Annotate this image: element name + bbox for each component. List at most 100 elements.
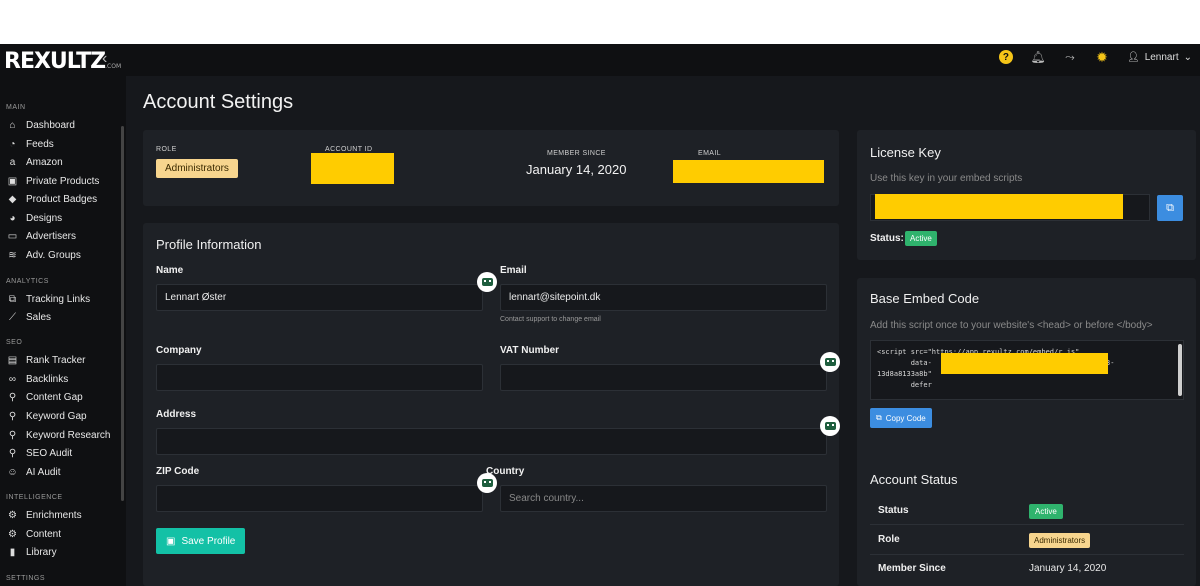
embed-subtitle: Add this script once to your website's <… [870,320,1153,331]
logo-suffix: .COM [105,63,122,70]
role-badge: Administrators [156,159,238,178]
external-link-icon: ⧉ [8,293,17,305]
save-profile-label: Save Profile [181,535,236,547]
role-label: ROLE [156,146,177,153]
copy-icon: ⧉ [1166,201,1174,214]
sidebar-item-sales[interactable]: ⟋ Sales [6,309,51,325]
sidebar-item-label: Dashboard [26,119,75,131]
sidebar-item-designs[interactable]: ◕ Designs [6,210,62,226]
sidebar-item-label: Keyword Gap [26,410,87,422]
sidebar-item-advertisers[interactable]: ▭ Advertisers [6,228,76,244]
zip-label: ZIP Code [156,466,200,477]
section-main: MAIN [6,104,26,111]
sidebar-item-label: Feeds [26,138,54,150]
sidebar-item-label: Keyword Research [26,429,111,441]
sidebar-item-backlinks[interactable]: ∞ Backlinks [6,371,68,387]
sidebar-item-rank-tracker[interactable]: ▤ Rank Tracker [6,352,86,368]
company-input[interactable] [156,364,483,391]
zip-input[interactable] [156,485,483,512]
sidebar-item-label: Amazon [26,156,63,168]
license-status-badge: Active [905,231,937,246]
address-label: Address [156,409,197,420]
palette-icon: ◕ [9,212,16,224]
sidebar-item-private-products[interactable]: ▣ Private Products [6,173,100,189]
sidebar-item-content[interactable]: ⚙ Content [6,526,61,542]
member-since-row-value: January 14, 2020 [1029,563,1107,574]
bar-chart-icon: ▤ [7,354,18,366]
sidebar-item-keyword-gap[interactable]: ⚲ Keyword Gap [6,408,87,424]
copy-code-button[interactable]: ⧉ Copy Code [870,408,932,428]
rss-icon: ◔ [9,138,16,150]
sidebar-item-library[interactable]: ▮ Library [6,544,57,560]
code-line: 13d8a8133a8b" [877,370,932,378]
gear-icon: ⚙ [8,509,17,521]
sidebar-item-product-badges[interactable]: ◆ Product Badges [6,191,98,207]
browser-top-strip [0,0,1200,44]
vat-input[interactable] [500,364,827,391]
profile-title: Profile Information [156,237,262,252]
bell-icon[interactable]: 🔔︎ [1030,50,1045,64]
email-label: EMAIL [698,150,722,157]
country-search-input[interactable]: Search country... [500,485,827,512]
sidebar-item-enrichments[interactable]: ⚙ Enrichments [6,507,82,523]
book-icon: ▮ [9,546,16,558]
app-window: REXULTZ.COM ‹ ? 🔔︎ ⤳ ✹ 👤︎ Lennart ⌄ MAIN… [0,44,1200,586]
sidebar-item-seo-audit[interactable]: ⚲ SEO Audit [6,445,72,461]
sidebar-item-dashboard[interactable]: ⌂ Dashboard [6,117,75,133]
search-icon: ⚲ [8,447,17,459]
member-since-value: January 14, 2020 [526,162,627,177]
collapse-sidebar-icon[interactable]: ‹ [102,50,107,68]
save-profile-button[interactable]: ▣ Save Profile [156,528,246,554]
divider [870,554,1184,555]
embed-token-redacted [941,353,1108,374]
assistant-bot-icon[interactable] [477,473,497,493]
section-seo: SEO [6,339,23,346]
top-header: REXULTZ.COM ‹ ? 🔔︎ ⤳ ✹ 👤︎ Lennart ⌄ [0,44,1200,76]
code-line: defer [877,381,932,389]
sidebar-item-content-gap[interactable]: ⚲ Content Gap [6,389,83,405]
robot-icon: ☺ [7,466,18,478]
sidebar-scrollbar[interactable] [121,126,124,501]
route-icon[interactable]: ⤳ [1063,50,1077,64]
logo-text: REXULTZ [4,49,106,74]
sidebar-item-feeds[interactable]: ◔ Feeds [6,136,54,152]
section-analytics: ANALYTICS [6,278,49,285]
member-since-row-label: Member Since [878,563,946,574]
help-icon[interactable]: ? [998,50,1013,64]
sidebar-item-label: Sales [26,311,52,323]
sun-icon[interactable]: ✹ [1095,49,1109,65]
sidebar-item-label: Rank Tracker [26,354,86,366]
sidebar-item-adv-groups[interactable]: ≋ Adv. Groups [6,247,81,263]
assistant-bot-icon[interactable] [820,352,840,372]
sidebar-item-label: Designs [26,212,63,224]
name-label: Name [156,265,184,276]
assistant-bot-icon[interactable] [477,272,497,292]
card-icon: ▭ [7,230,18,242]
sidebar-item-keyword-research[interactable]: ⚲ Keyword Research [6,427,111,443]
sidebar-item-tracking-links[interactable]: ⧉ Tracking Links [6,291,90,307]
search-icon: ⚲ [8,391,17,403]
sidebar-item-label: SEO Audit [26,447,73,459]
name-input[interactable]: Lennart Øster [156,284,483,311]
email-redacted [673,160,824,183]
company-label: Company [156,345,202,356]
sidebar-item-ai-audit[interactable]: ☺ AI Audit [6,464,60,480]
member-since-label: MEMBER SINCE [547,150,606,157]
account-id-label: ACCOUNT ID [325,146,373,153]
sidebar-item-label: Adv. Groups [26,249,81,261]
user-menu[interactable]: 👤︎ Lennart ⌄ [1127,52,1192,63]
account-summary-card: ROLE Administrators ACCOUNT ID MEMBER SI… [143,130,839,206]
sidebar-item-label: Tracking Links [26,293,91,305]
sidebar-item-label: Advertisers [26,230,77,242]
copy-license-key-button[interactable]: ⧉ [1157,195,1183,221]
assistant-bot-icon[interactable] [820,416,840,436]
lock-icon: ▣ [7,175,18,187]
sidebar-item-label: Private Products [26,175,100,187]
sidebar-item-amazon[interactable]: a Amazon [6,154,63,170]
code-scrollbar[interactable] [1178,344,1182,396]
email-input[interactable]: lennart@sitepoint.dk [500,284,827,311]
code-line: data- [877,359,932,367]
account-status-card: Account Status Status Active Role Admini… [857,458,1196,586]
sidebar-item-label: Content Gap [26,391,83,403]
address-input[interactable] [156,428,827,455]
